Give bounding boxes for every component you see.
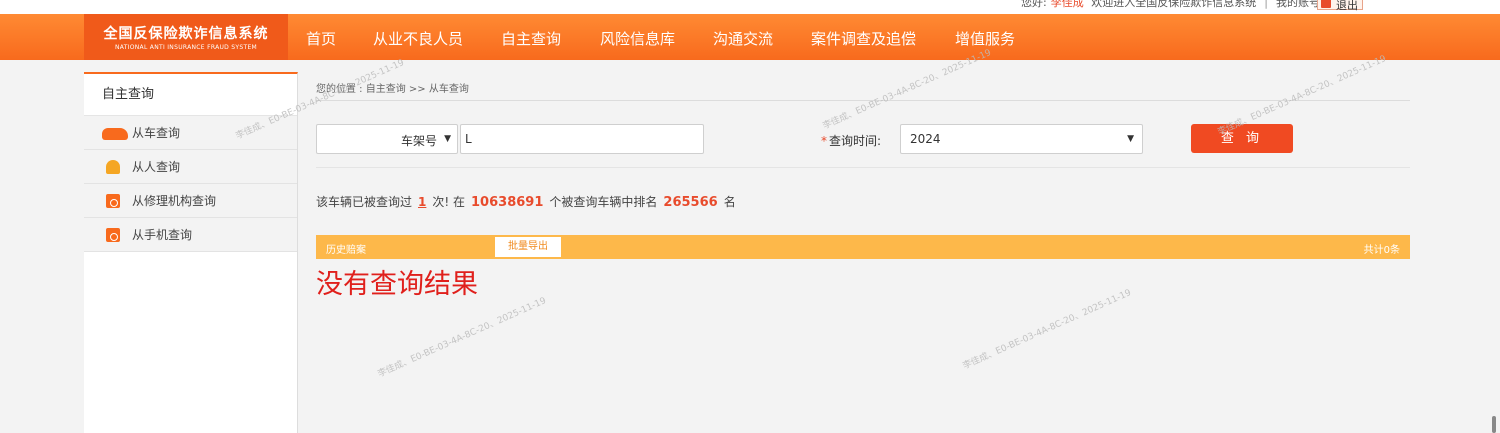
sidebar-item-label: 从人查询 <box>132 160 181 174</box>
car-icon <box>102 128 128 140</box>
stats-text: 该车辆已被查询过 <box>316 195 413 209</box>
main-nav: 全国反保险欺诈信息系统 NATIONAL ANTI INSURANCE FRAU… <box>0 14 1500 60</box>
logo-en: NATIONAL ANTI INSURANCE FRAUD SYSTEM <box>114 44 258 51</box>
nav-case-investigation[interactable]: 案件调查及追偿 <box>811 28 916 49</box>
top-bar: 您好: 李佳成 欢迎进入全国反保险欺诈信息系统 | 我的账号 退出 <box>0 0 1500 14</box>
query-count-link[interactable]: 1 <box>418 195 426 209</box>
sidebar-title: 自主查询 <box>84 74 297 116</box>
site-logo[interactable]: 全国反保险欺诈信息系统 NATIONAL ANTI INSURANCE FRAU… <box>84 14 288 60</box>
history-total: 共计0条 <box>1363 245 1400 256</box>
query-time-label: * 查询时间: <box>821 132 881 149</box>
nav-home[interactable]: 首页 <box>306 28 336 49</box>
person-icon <box>106 160 120 174</box>
sidebar-item-label: 从车查询 <box>132 126 181 140</box>
stats-text: 个被查询车辆中排名 <box>549 195 658 209</box>
batch-export-button[interactable]: 批量导出 <box>495 237 561 257</box>
no-result-message: 没有查询结果 <box>316 269 478 300</box>
logo-cn: 全国反保险欺诈信息系统 <box>103 26 269 42</box>
query-year-select[interactable]: 2024 ▼ <box>900 124 1143 154</box>
history-claims-bar: 历史赔案 批量导出 共计0条 <box>316 235 1410 259</box>
scrollbar-thumb[interactable] <box>1492 416 1496 433</box>
stats-text: 名 <box>723 195 736 209</box>
logout-icon <box>1321 0 1331 8</box>
query-button[interactable]: 查 询 <box>1191 124 1293 153</box>
username-link[interactable]: 李佳成 <box>1051 0 1084 9</box>
logout-label: 退出 <box>1336 0 1358 12</box>
rank-count: 265566 <box>663 195 718 210</box>
separator: | <box>1264 0 1268 9</box>
phone-icon <box>106 228 120 242</box>
welcome-text: 欢迎进入全国反保险欺诈信息系统 <box>1091 0 1257 9</box>
vin-input[interactable]: L <box>460 124 704 154</box>
required-mark: * <box>821 134 827 148</box>
my-account-link[interactable]: 我的账号 <box>1276 0 1320 9</box>
nav-bad-practitioners[interactable]: 从业不良人员 <box>373 28 463 49</box>
user-greeting: 您好: 李佳成 欢迎进入全国反保险欺诈信息系统 | 我的账号 <box>1021 0 1320 10</box>
divider <box>316 167 1410 168</box>
sidebar-item-repair-query[interactable]: 从修理机构查询 <box>84 184 297 218</box>
greeting-prefix: 您好: <box>1021 0 1047 9</box>
nav-communication[interactable]: 沟通交流 <box>713 28 773 49</box>
sidebar-item-phone-query[interactable]: 从手机查询 <box>84 218 297 252</box>
query-stats: 该车辆已被查询过 1 次! 在 10638691 个被查询车辆中排名 265566 名 <box>316 193 736 210</box>
history-claims-title: 历史赔案 <box>326 245 366 256</box>
nav-self-query[interactable]: 自主查询 <box>501 28 561 49</box>
chevron-down-icon: ▼ <box>1127 134 1134 144</box>
sidebar-item-label: 从手机查询 <box>132 228 193 242</box>
logout-button[interactable]: 退出 <box>1317 0 1363 12</box>
chevron-down-icon: ▼ <box>444 134 451 144</box>
total-vehicles-count: 10638691 <box>471 195 544 210</box>
repair-shop-icon <box>106 194 120 208</box>
sidebar-item-label: 从修理机构查询 <box>132 194 217 208</box>
stats-text: 次! 在 <box>432 195 466 209</box>
query-year-value: 2024 <box>910 132 941 146</box>
query-time-text: 查询时间: <box>829 134 882 148</box>
nav-risk-library[interactable]: 风险信息库 <box>600 28 675 49</box>
query-type-value: 车架号 <box>400 134 437 148</box>
query-type-select[interactable]: 车架号 ▼ <box>316 124 458 154</box>
sidebar-item-person-query[interactable]: 从人查询 <box>84 150 297 184</box>
